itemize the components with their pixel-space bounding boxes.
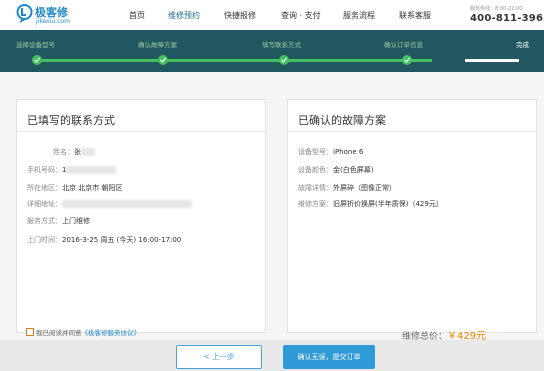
step-label-contact: 填写联系方式 — [262, 41, 301, 49]
contact-row-visit-time: 上门时间：2016-3-25 周五 (今天) 16:00-17:00 — [27, 235, 181, 245]
step-check-icon — [402, 55, 412, 65]
nav-service-flow[interactable]: 服务流程 — [343, 10, 375, 21]
fault-row-model: 设备型号：iPhone 6 — [298, 147, 363, 157]
row-label: 设备型号： — [298, 148, 333, 156]
agreement-row: 我已阅读并同意《极客修服务协议》 — [16, 322, 266, 338]
row-value: 北京 北京市 朝阳区 — [62, 184, 123, 192]
divider — [17, 131, 265, 132]
nav-quick-repair[interactable]: 快捷报修 — [224, 10, 256, 21]
logo-icon — [16, 4, 33, 23]
row-label: 设备颜色： — [298, 166, 333, 174]
hotline-number[interactable]: 400-811-3963 — [470, 13, 544, 24]
site-logo[interactable]: 极客修 jikexiu.com — [16, 3, 78, 27]
contact-row-name: 姓名：张 — [53, 147, 95, 157]
progress-bar: 选择设备型号 确认故障方案 填写联系方式 确认订单信息 完成 — [0, 30, 544, 72]
nav-home[interactable]: 首页 — [129, 10, 145, 21]
progress-track-done — [37, 59, 432, 62]
nav-query-pay[interactable]: 查询 · 支付 — [281, 10, 321, 21]
contact-row-service: 服务方式：上门维修 — [27, 216, 90, 226]
redacted-mask — [81, 148, 95, 156]
fault-card-title: 已确认的故障方案 — [298, 114, 386, 127]
contact-card-title: 已填写的联系方式 — [27, 114, 115, 127]
row-value: 外屏碎（图像正常） — [333, 184, 396, 192]
row-value: 旧屏折价换屏(半年质保)（429元） — [333, 200, 443, 208]
progress-track-remaining — [465, 59, 519, 62]
divider — [288, 131, 536, 132]
agree-text: 我已阅读并同意《极客修服务协议》 — [36, 327, 140, 337]
row-label: 详细地址： — [27, 200, 62, 208]
row-value: 2016-3-25 周五 (今天) 16:00-17:00 — [62, 236, 182, 244]
contact-row-address: 详细地址： — [27, 199, 192, 209]
submit-order-button[interactable]: 确认无误，提交订单 — [283, 345, 375, 369]
contact-info-card: 已填写的联系方式 姓名：张 手机号码：1 所在地区：北京 北京市 朝阳区 详细地… — [16, 99, 266, 333]
row-label: 姓名： — [53, 148, 74, 156]
service-agreement-link[interactable]: 《极客修服务协议》 — [82, 329, 141, 337]
step-label-order: 确认订单信息 — [384, 41, 423, 49]
redacted-mask — [62, 200, 192, 208]
row-value: 金(白色屏幕) — [333, 166, 374, 174]
logo-domain: jikexiu.com — [36, 18, 70, 25]
redacted-mask — [66, 166, 117, 174]
contact-row-region: 所在地区：北京 北京市 朝阳区 — [27, 183, 122, 193]
step-check-icon — [158, 55, 168, 65]
step-label-fault: 确认故障方案 — [138, 41, 177, 49]
fault-row-color: 设备颜色：金(白色屏幕) — [298, 165, 373, 175]
fault-row-detail: 故障详情：外屏碎（图像正常） — [298, 183, 396, 193]
previous-step-button[interactable]: < 上一步 — [176, 345, 262, 369]
footer-bar — [0, 340, 544, 371]
step-label-model: 选择设备型号 — [16, 41, 55, 49]
row-label: 上门时间： — [27, 236, 62, 244]
step-check-icon — [279, 55, 289, 65]
step-label-done: 完成 — [516, 41, 529, 49]
fault-plan-card: 已确认的故障方案 设备型号：iPhone 6 设备颜色：金(白色屏幕) 故障详情… — [287, 99, 537, 333]
agree-label: 我已阅读并同意 — [36, 329, 82, 337]
row-value: iPhone 6 — [333, 148, 364, 156]
top-header: 极客修 jikexiu.com 首页 维修预约 快捷报修 查询 · 支付 服务流… — [0, 0, 544, 30]
agree-checkbox[interactable] — [26, 328, 34, 336]
row-label: 服务方式： — [27, 217, 62, 225]
row-label: 所在地区： — [27, 184, 62, 192]
row-value: 上门维修 — [62, 217, 90, 225]
nav-repair-booking[interactable]: 维修预约 — [168, 10, 200, 21]
fault-row-plan: 维修方案：旧屏折价换屏(半年质保)（429元） — [298, 199, 443, 209]
row-label: 手机号码： — [27, 166, 62, 174]
row-label: 维修方案： — [298, 200, 333, 208]
hotline-label: 服务热线：8:00-22:00 — [470, 6, 523, 12]
nav-contact-support[interactable]: 联系客服 — [399, 10, 431, 21]
contact-row-phone: 手机号码：1 — [27, 165, 117, 175]
row-value: 张 — [74, 148, 81, 156]
step-check-icon — [32, 55, 42, 65]
row-label: 故障详情： — [298, 184, 333, 192]
